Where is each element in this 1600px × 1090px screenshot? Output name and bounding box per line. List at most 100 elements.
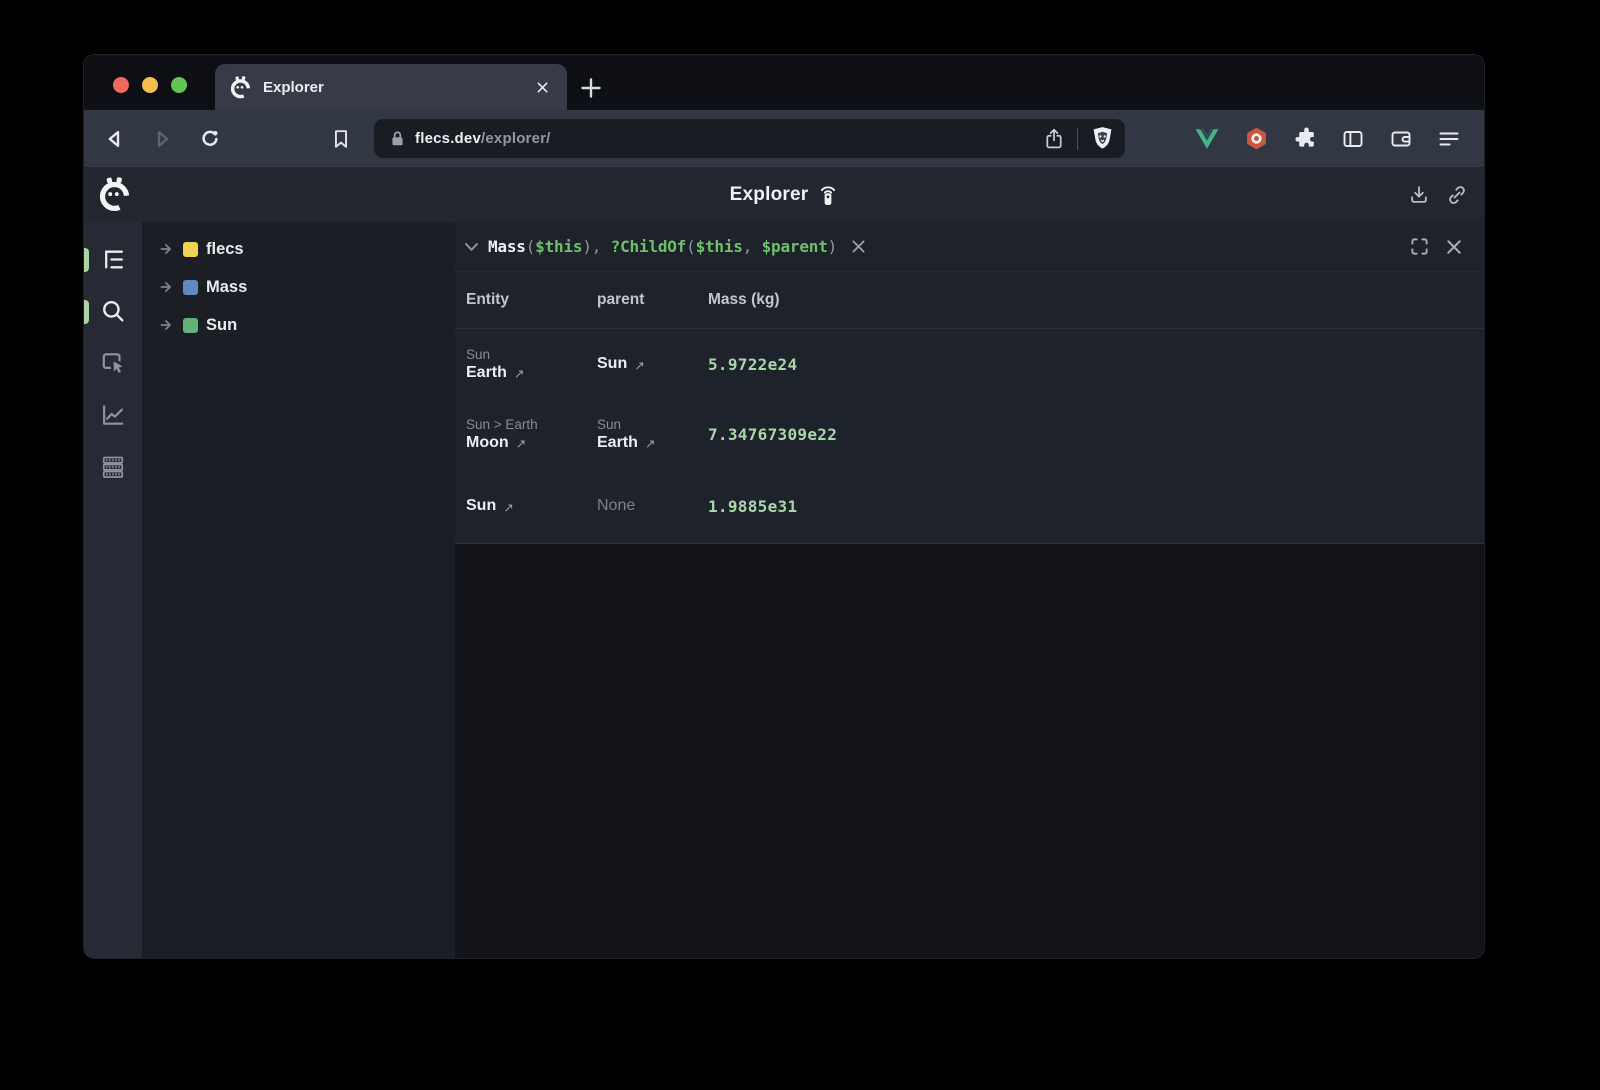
- parent-none: None: [597, 497, 708, 515]
- browser-tab[interactable]: Explorer: [215, 64, 567, 110]
- entity-color-square: [183, 242, 198, 257]
- entity-link[interactable]: Sun↗: [597, 355, 708, 373]
- mass-value: 5.9722e24: [708, 355, 1484, 374]
- chevron-down-icon[interactable]: [464, 241, 479, 253]
- open-link-icon: ↗: [514, 366, 524, 381]
- expand-arrow-icon: [160, 281, 176, 293]
- tab-bar: Explorer: [84, 55, 1484, 110]
- query-token: ): [828, 237, 837, 256]
- active-indicator-pill: [84, 300, 89, 324]
- expand-arrow-icon: [160, 319, 176, 331]
- query-token: $parent: [762, 237, 828, 256]
- table-row: Sun > Earth Moon↗SunEarth↗7.34767309e22: [455, 399, 1484, 469]
- query-token: ),: [582, 237, 610, 256]
- traffic-lights: [113, 77, 187, 93]
- parent-cell: None: [597, 497, 708, 515]
- column-header-entity: Entity: [466, 291, 597, 309]
- page-title: Explorer: [730, 184, 809, 206]
- close-panel-icon[interactable]: [1446, 239, 1462, 255]
- entity-link[interactable]: Earth↗: [466, 364, 597, 382]
- content-area: flecs Mass Sun Mass($this), ?ChildOf($this…: [84, 222, 1484, 958]
- parent-cell: Sun↗: [597, 355, 708, 373]
- entity-tree-panel: flecs Mass Sun: [142, 222, 455, 958]
- expand-arrow-icon: [160, 243, 176, 255]
- chart-icon: [100, 402, 126, 428]
- minimize-window-button[interactable]: [142, 77, 158, 93]
- brave-shield-icon[interactable]: [1090, 125, 1115, 152]
- zoom-window-button[interactable]: [171, 77, 187, 93]
- entity-cell: Sun > Earth Moon↗: [466, 417, 597, 452]
- back-button[interactable]: [98, 122, 132, 156]
- table-row: Sun Earth↗Sun↗5.9722e24: [455, 329, 1484, 399]
- tree-item-label: Mass: [206, 278, 247, 297]
- divider: [1077, 128, 1078, 150]
- tree-item-mass[interactable]: Mass: [142, 268, 455, 306]
- query-input[interactable]: Mass($this), ?ChildOf($this, $parent): [488, 237, 837, 256]
- query-token: (: [526, 237, 535, 256]
- close-window-button[interactable]: [113, 77, 129, 93]
- hexagon-extension-icon[interactable]: [1244, 126, 1269, 151]
- share-icon[interactable]: [1043, 127, 1065, 151]
- open-link-icon: ↗: [503, 500, 513, 515]
- forward-button[interactable]: [145, 122, 179, 156]
- sidebar-item-search[interactable]: [84, 285, 142, 337]
- browser-window: Explorer: [84, 55, 1484, 958]
- entity-path: Sun > Earth: [466, 417, 597, 432]
- query-panel: Mass($this), ?ChildOf($this, $parent): [455, 222, 1484, 544]
- query-token: ,: [743, 237, 762, 256]
- url-domain: flecs.dev: [415, 130, 481, 147]
- mass-value: 1.9885e31: [708, 497, 1484, 516]
- link-icon[interactable]: [1446, 184, 1468, 206]
- query-clear-icon[interactable]: [851, 239, 866, 254]
- mass-value: 7.34767309e22: [708, 425, 1484, 444]
- sidebar-item-chart[interactable]: [84, 389, 142, 441]
- table-row: Sun↗None1.9885e31: [455, 469, 1484, 543]
- query-results-area: Mass($this), ?ChildOf($this, $parent): [455, 222, 1484, 958]
- entity-link[interactable]: Sun↗: [466, 497, 597, 515]
- query-token: Mass: [488, 237, 526, 256]
- remote-connection-icon[interactable]: [818, 182, 838, 207]
- app-header: Explorer: [84, 167, 1484, 222]
- new-tab-button[interactable]: [580, 77, 602, 99]
- query-bar: Mass($this), ?ChildOf($this, $parent): [455, 222, 1484, 272]
- url-bar[interactable]: flecs.dev/explorer/: [374, 119, 1125, 158]
- fullscreen-icon[interactable]: [1410, 237, 1429, 256]
- entity-link[interactable]: Moon↗: [466, 434, 597, 452]
- extensions-puzzle-icon[interactable]: [1293, 127, 1317, 151]
- entity-color-square: [183, 280, 198, 295]
- open-link-icon: ↗: [516, 436, 526, 451]
- menu-icon[interactable]: [1437, 127, 1461, 151]
- query-token: $this: [535, 237, 582, 256]
- query-token: ?ChildOf: [611, 237, 686, 256]
- reload-button[interactable]: [192, 122, 226, 156]
- flecs-favicon: [229, 76, 252, 99]
- parent-cell: SunEarth↗: [597, 417, 708, 452]
- rows-icon: [100, 454, 126, 480]
- tree-item-sun[interactable]: Sun: [142, 306, 455, 344]
- entity-cell: Sun↗: [466, 497, 597, 515]
- tree-item-flecs[interactable]: flecs: [142, 230, 455, 268]
- column-header-mass: Mass (kg): [708, 291, 1484, 309]
- entity-link[interactable]: Earth↗: [597, 434, 708, 452]
- entity-path: Sun: [466, 347, 597, 362]
- download-icon[interactable]: [1408, 184, 1430, 206]
- lock-icon: [390, 130, 405, 147]
- search-icon: [100, 298, 126, 324]
- tab-close-icon[interactable]: [531, 76, 553, 98]
- sidebar-item-rows[interactable]: [84, 441, 142, 493]
- bookmark-icon[interactable]: [324, 122, 358, 156]
- vue-devtools-icon[interactable]: [1194, 127, 1220, 151]
- table-header: Entity parent Mass (kg): [455, 272, 1484, 329]
- sidebar-toggle-icon[interactable]: [1341, 127, 1365, 151]
- inspect-icon: [100, 350, 126, 376]
- sidebar-item-tree[interactable]: [84, 233, 142, 285]
- query-token: (: [686, 237, 695, 256]
- tree-item-label: Sun: [206, 316, 237, 335]
- url-path: /explorer/: [481, 130, 551, 147]
- sidebar-item-inspect[interactable]: [84, 337, 142, 389]
- column-header-parent: parent: [597, 291, 708, 309]
- browser-toolbar: flecs.dev/explorer/: [84, 110, 1484, 167]
- wallet-icon[interactable]: [1389, 127, 1413, 151]
- url-text: flecs.dev/explorer/: [415, 130, 1043, 147]
- open-link-icon: ↗: [645, 436, 655, 451]
